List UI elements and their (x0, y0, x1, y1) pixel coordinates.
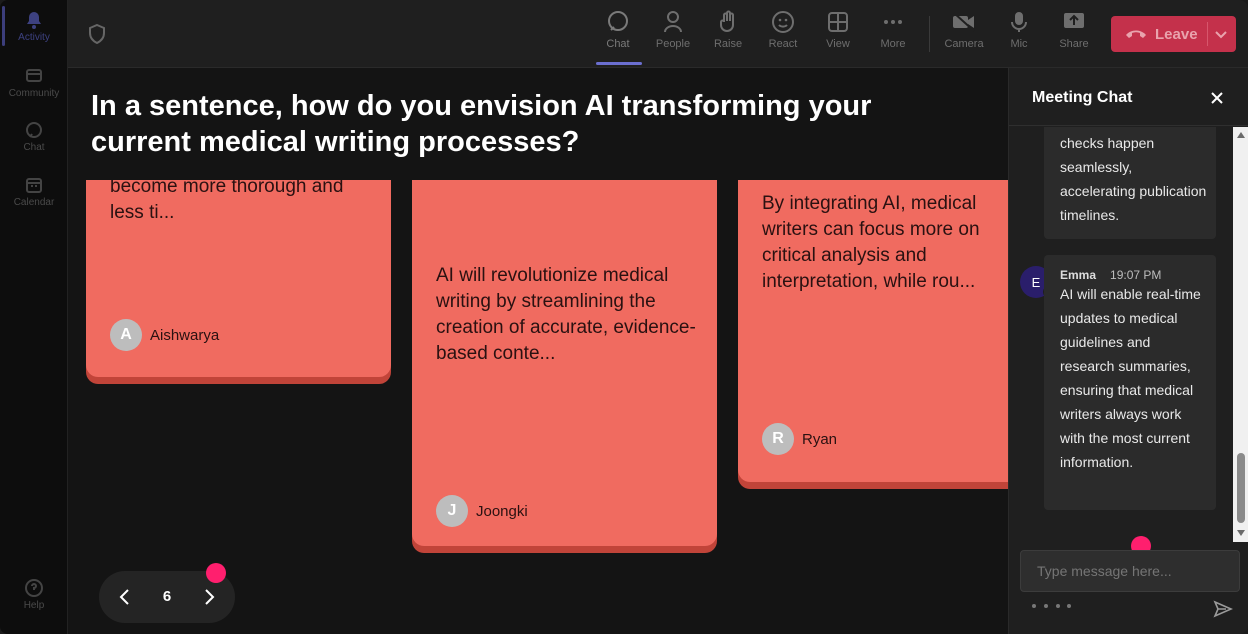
chat-message-input[interactable] (1020, 550, 1240, 592)
chevron-left-icon[interactable] (115, 587, 135, 607)
toolbar-people-label: People (655, 38, 691, 50)
message-meta: Emma 19:07 PM (1060, 263, 1161, 287)
avatar: R (762, 423, 794, 455)
camera-off-icon (953, 12, 975, 32)
card-author: J Joongki (436, 495, 528, 527)
rail-item-chat[interactable]: Chat (0, 120, 68, 153)
send-icon[interactable] (1213, 599, 1233, 619)
toolbar-react-button[interactable]: React (757, 10, 809, 50)
rail-label-help: Help (23, 600, 45, 611)
chat-icon (608, 11, 628, 31)
rail-item-calendar[interactable]: Calendar (0, 175, 68, 208)
card-author: A Aishwarya (110, 319, 219, 351)
pointer-marker (206, 563, 226, 583)
message-text: AI will enable real-time updates to medi… (1060, 286, 1201, 470)
raise-hand-icon (720, 10, 734, 32)
author-name: Ryan (802, 430, 838, 448)
toolbar-mic-label: Mic (1010, 38, 1028, 50)
help-icon (25, 579, 43, 597)
response-cards: become more thorough and less ti... A Ai… (68, 180, 1008, 560)
toolbar-more-button[interactable]: More (867, 10, 919, 50)
avatar: J (436, 495, 468, 527)
toolbar-mic-button[interactable]: Mic (993, 10, 1045, 50)
community-icon (26, 69, 42, 82)
rail-label-calendar: Calendar (13, 197, 55, 208)
toolbar-chat-label: Chat (606, 38, 630, 50)
card-text: By integrating AI, medical writers can f… (762, 193, 980, 292)
share-screen-icon (1064, 13, 1084, 28)
microphone-icon (1011, 12, 1027, 32)
rail-label-chat: Chat (23, 142, 45, 153)
chat-scrollbar[interactable] (1233, 127, 1248, 542)
toolbar-chat-button[interactable]: Chat (592, 10, 644, 50)
shield-icon[interactable] (88, 24, 106, 44)
toolbar-share-label: Share (1059, 38, 1089, 50)
format-toolbar[interactable] (1031, 602, 1071, 612)
formatting-icons (1032, 604, 1071, 608)
chat-message: Emma 19:07 PM AI will enable real-time up… (1044, 255, 1216, 510)
calendar-icon (26, 178, 42, 193)
main-stage: In a sentence, how do you envision AI tr… (68, 68, 1008, 634)
people-icon (664, 11, 682, 33)
chevron-down-icon[interactable] (1213, 26, 1229, 42)
card-author: R Ryan (762, 423, 837, 455)
leave-button[interactable]: Leave (1111, 16, 1236, 52)
page-number: 6 (162, 588, 172, 605)
toolbar-separator (929, 16, 930, 52)
rail-item-activity[interactable]: Activity (0, 10, 68, 43)
toolbar-camera-label: Camera (944, 38, 984, 50)
question-title: In a sentence, how do you envision AI tr… (91, 90, 872, 158)
chat-header: Meeting Chat (1009, 68, 1248, 126)
response-card[interactable]: By integrating AI, medical writers can f… (738, 180, 1008, 482)
app-window: Activity Community Chat Calendar Help Ch… (0, 0, 1248, 634)
leave-label: Leave (1155, 25, 1198, 43)
chat-message: checks happen seamlessly, accelerating p… (1044, 127, 1216, 239)
rail-label-community: Community (8, 88, 60, 99)
scroll-down-arrow[interactable] (1237, 530, 1245, 536)
toolbar-react-label: React (768, 38, 798, 50)
close-icon[interactable] (1209, 90, 1225, 106)
bell-icon (27, 12, 41, 29)
chat-title: Meeting Chat (1032, 89, 1133, 106)
message-author: Emma (1060, 268, 1097, 282)
hang-up-icon (1126, 30, 1146, 38)
response-card[interactable]: AI will revolutionize medical writing by… (412, 180, 717, 546)
meeting-toolbar: Chat People Raise React View More Camera (68, 0, 1248, 68)
toolbar-view-label: View (826, 38, 850, 50)
more-dots-icon (884, 20, 902, 24)
rail-item-community[interactable]: Community (0, 66, 68, 99)
response-card[interactable]: become more thorough and less ti... A Ai… (86, 180, 391, 377)
author-name: Aishwarya (150, 326, 220, 344)
chat-bubble-icon (26, 122, 42, 138)
toolbar-camera-button[interactable]: Camera (938, 10, 990, 50)
author-name: Joongki (476, 502, 528, 520)
message-text: checks happen seamlessly, accelerating p… (1060, 135, 1207, 223)
grid-view-icon (828, 12, 848, 32)
chat-messages: checks happen seamlessly, accelerating p… (1009, 127, 1233, 542)
active-tab-underline (596, 62, 642, 65)
avatar: A (110, 319, 142, 351)
left-rail: Activity Community Chat Calendar Help (0, 0, 68, 634)
scroll-thumb[interactable] (1237, 453, 1245, 523)
smiley-icon (772, 11, 794, 33)
toolbar-people-button[interactable]: People (647, 10, 699, 50)
rail-label-activity: Activity (18, 32, 50, 43)
message-time: 19:07 PM (1110, 268, 1162, 282)
rail-item-help[interactable]: Help (0, 578, 68, 611)
chevron-right-icon[interactable] (199, 587, 219, 607)
toolbar-view-button[interactable]: View (812, 10, 864, 50)
toolbar-share-button[interactable]: Share (1048, 10, 1100, 50)
card-text: become more thorough and less ti... (110, 180, 344, 223)
toolbar-more-label: More (880, 38, 906, 50)
scroll-up-arrow[interactable] (1237, 132, 1245, 138)
toolbar-raise-label: Raise (713, 38, 743, 50)
card-text: AI will revolutionize medical writing by… (436, 265, 696, 364)
meeting-chat-panel: Meeting Chat checks happen seamlessly, a… (1008, 68, 1248, 634)
toolbar-raise-button[interactable]: Raise (702, 10, 754, 50)
leave-divider (1207, 22, 1208, 46)
